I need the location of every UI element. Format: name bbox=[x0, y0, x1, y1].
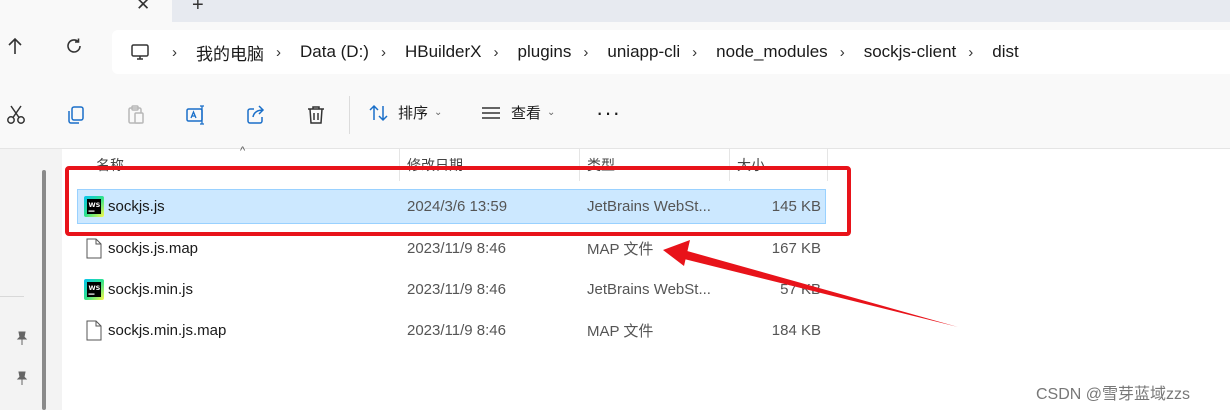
watermark-text: CSDN @雪芽蓝域zzs bbox=[1036, 386, 1191, 403]
annotation-arrow bbox=[663, 240, 958, 327]
